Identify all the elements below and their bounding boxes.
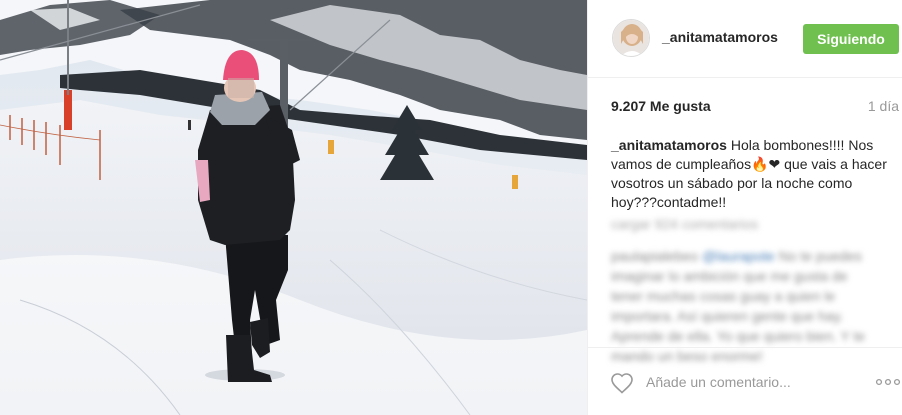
- post-timestamp[interactable]: 1 día: [868, 98, 899, 114]
- post-caption: _anitamatamoros Hola bombones!!!! Nos va…: [611, 136, 893, 212]
- avatar[interactable]: [612, 19, 650, 57]
- following-button[interactable]: Siguiendo: [803, 24, 899, 54]
- comment-bar: [588, 347, 902, 415]
- black-heart-emoji-icon: ❤: [768, 156, 781, 172]
- post-author-username[interactable]: _anitamatamoros: [662, 29, 778, 45]
- avatar-image: [613, 20, 649, 56]
- ski-slope-photo: [0, 0, 587, 415]
- caption-username[interactable]: _anitamatamoros: [611, 137, 727, 153]
- heart-outline-icon[interactable]: [610, 372, 634, 394]
- load-more-comments-link[interactable]: cargar 924 comentarios: [611, 214, 881, 234]
- post-stats-row: 9.207 Me gusta 1 día: [611, 98, 902, 118]
- comments-list-blurred: cargar 924 comentarios paulapialebeo @la…: [611, 214, 881, 366]
- comment-mention[interactable]: @laurapote: [702, 248, 775, 264]
- post-details-panel: _anitamatamoros Siguiendo 9.207 Me gusta…: [587, 0, 902, 415]
- post-photo[interactable]: [0, 0, 587, 415]
- ellipsis-icon[interactable]: [874, 374, 902, 390]
- add-comment-input[interactable]: [646, 370, 846, 394]
- post-header: _anitamatamoros Siguiendo: [588, 0, 902, 78]
- likes-count[interactable]: 9.207 Me gusta: [611, 98, 711, 114]
- comment-username[interactable]: paulapialebeo: [611, 248, 698, 264]
- fire-emoji-icon: 🔥: [751, 156, 769, 172]
